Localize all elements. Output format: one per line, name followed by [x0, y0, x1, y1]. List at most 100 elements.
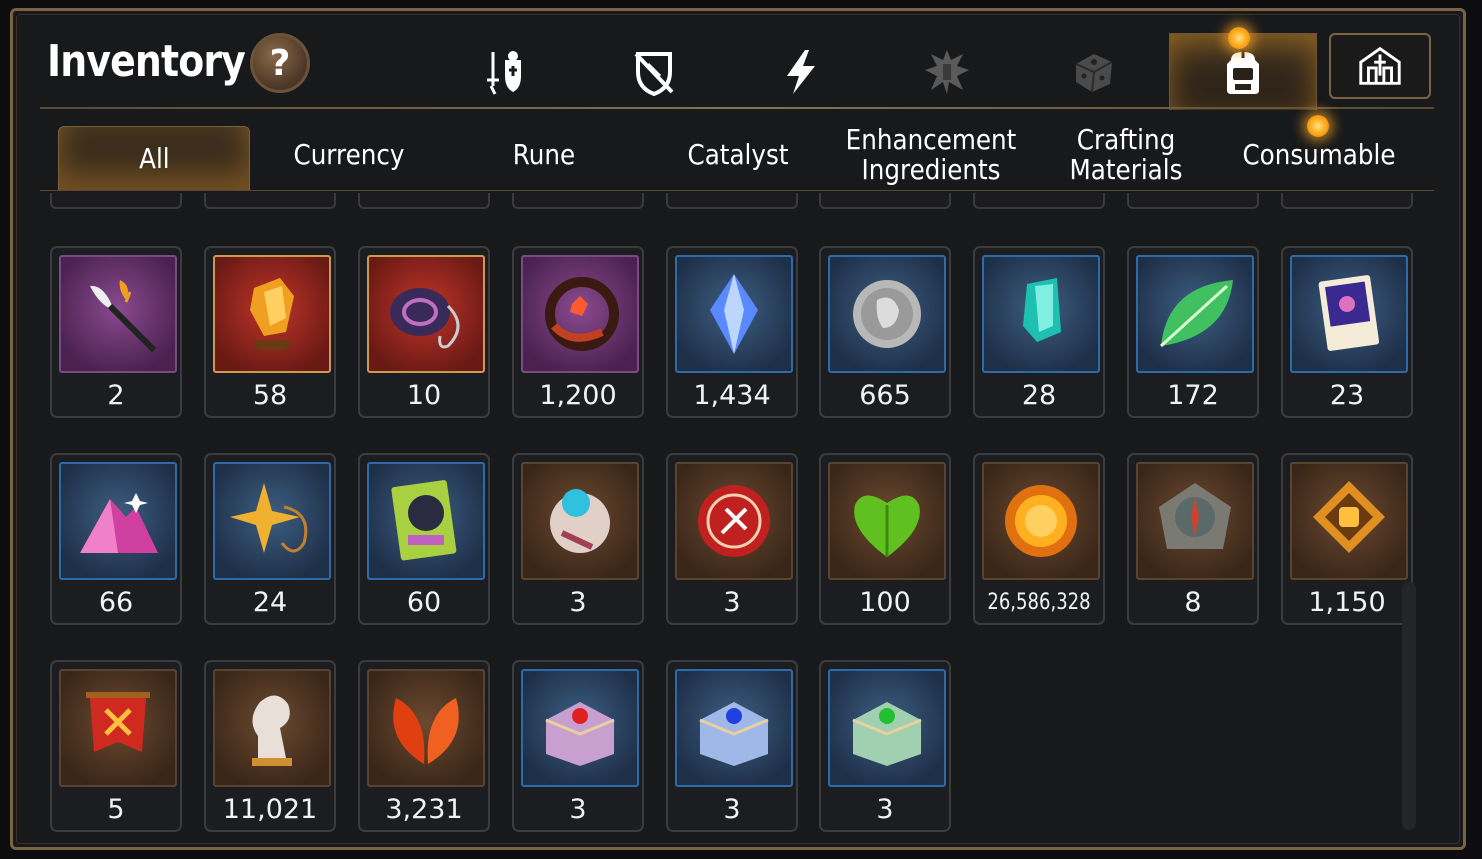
stone-compass-icon	[1159, 483, 1231, 549]
red-leaves-icon	[393, 698, 459, 764]
page-title: Inventory	[47, 36, 246, 87]
orb-device-icon	[550, 489, 610, 553]
item-count: 1,150	[1308, 587, 1386, 618]
inventory-item[interactable]: 172	[1127, 246, 1259, 418]
item-count: 1,200	[539, 380, 617, 411]
inventory-item[interactable]: 2	[50, 246, 182, 418]
item-count: 60	[406, 587, 442, 618]
partial-slot	[1127, 193, 1259, 209]
red-gem-chest-icon	[545, 702, 615, 766]
troops-tab[interactable]	[912, 38, 982, 106]
fist-emblem-icon	[1313, 481, 1385, 553]
inventory-item[interactable]: 24	[204, 453, 336, 625]
item-count: 10	[406, 380, 442, 411]
pink-crystal-pile-icon	[80, 493, 158, 553]
help-button[interactable]: ?	[250, 33, 310, 93]
inventory-item[interactable]: 3	[512, 660, 644, 832]
partial-slot	[819, 193, 951, 209]
tab-all[interactable]: All	[58, 126, 250, 191]
inventory-item[interactable]: 11,021	[204, 660, 336, 832]
gold-sun-coin-icon	[1005, 485, 1077, 557]
green-gem-chest-icon	[852, 702, 922, 766]
item-count: 2	[107, 380, 125, 411]
silver-coin-icon	[853, 280, 921, 348]
inventory-item[interactable]: 1,150	[1281, 453, 1413, 625]
header-divider	[40, 107, 1434, 109]
feather-wand-icon	[90, 280, 157, 353]
item-count: 1,434	[693, 380, 771, 411]
green-heart-icon	[854, 495, 920, 557]
inventory-item[interactable]: 26,586,328	[973, 453, 1105, 625]
costume-card-icon	[391, 480, 457, 561]
dice-icon	[1075, 54, 1113, 93]
item-count: 665	[859, 380, 911, 411]
paw-card-icon	[1318, 275, 1380, 351]
green-leaf-icon	[1159, 280, 1233, 348]
war-banner-icon	[86, 692, 150, 752]
inventory-item[interactable]: 3	[666, 660, 798, 832]
inventory-notification-dot	[1228, 27, 1250, 49]
inventory-item[interactable]: 28	[973, 246, 1105, 418]
inventory-item[interactable]: 3,231	[358, 660, 490, 832]
skill-tab[interactable]	[766, 38, 836, 106]
item-count: 172	[1167, 380, 1219, 411]
blue-gem-icon	[710, 274, 758, 354]
item-count: 5	[107, 794, 125, 825]
tab-crafting-materials[interactable]: Crafting Materials	[1042, 120, 1209, 190]
item-count: 28	[1021, 380, 1057, 411]
gear-weapon-armor-icon	[487, 51, 521, 95]
chess-knight-icon	[252, 695, 292, 766]
fire-crystal-icon	[250, 278, 294, 350]
partial-slot	[973, 193, 1105, 209]
partial-slot	[666, 193, 798, 209]
flame-ring-icon	[545, 277, 619, 351]
partial-slot	[50, 193, 182, 209]
inventory-item[interactable]: 100	[819, 453, 951, 625]
star-pendant-icon	[230, 483, 308, 553]
dice-tab[interactable]	[1059, 38, 1129, 106]
broken-shield-icon	[634, 52, 674, 97]
tab-enhancement-line2: Ingredients	[861, 153, 1001, 186]
item-count: 3	[569, 587, 587, 618]
item-count: 8	[1184, 587, 1202, 618]
partial-slot	[358, 193, 490, 209]
inventory-item[interactable]: 3	[512, 453, 644, 625]
inventory-scrollbar[interactable]	[1402, 582, 1416, 830]
equipment-tab[interactable]	[472, 38, 542, 106]
tab-enhancement-line1: Enhancement	[845, 123, 1017, 156]
item-count: 3	[723, 794, 741, 825]
guild-button[interactable]	[1329, 33, 1431, 99]
item-count: 23	[1329, 380, 1365, 411]
consumable-notification-dot	[1307, 115, 1329, 137]
inventory-item[interactable]: 3	[819, 660, 951, 832]
inventory-item[interactable]: 1,434	[666, 246, 798, 418]
inventory-item[interactable]: 5	[50, 660, 182, 832]
guild-castle-icon	[1359, 46, 1401, 85]
tab-enhancement-ingredients[interactable]: Enhancement Ingredients	[845, 120, 1017, 190]
inventory-item[interactable]: 23	[1281, 246, 1413, 418]
inventory-item[interactable]: 10	[358, 246, 490, 418]
item-count: 3	[569, 794, 587, 825]
blue-gem-chest-icon	[699, 702, 769, 766]
tab-catalyst[interactable]: Catalyst	[654, 120, 821, 190]
inventory-item[interactable]: 8	[1127, 453, 1259, 625]
item-count: 3	[723, 587, 741, 618]
item-count: 11,021	[222, 794, 318, 825]
inventory-item[interactable]: 665	[819, 246, 951, 418]
tab-rune[interactable]: Rune	[460, 120, 627, 190]
partial-slot	[204, 193, 336, 209]
ring-amulet-icon	[390, 288, 460, 349]
inventory-item[interactable]: 66	[50, 453, 182, 625]
inventory-item[interactable]: 60	[358, 453, 490, 625]
partial-slot	[1281, 193, 1413, 209]
backpack-icon	[1227, 50, 1259, 94]
tab-crafting-line1: Crafting	[1076, 123, 1176, 156]
tab-currency[interactable]: Currency	[265, 120, 432, 190]
inventory-item[interactable]: 1,200	[512, 246, 644, 418]
inventory-item[interactable]: 3	[666, 453, 798, 625]
inventory-item[interactable]: 58	[204, 246, 336, 418]
item-count: 100	[859, 587, 911, 618]
defense-tab[interactable]	[619, 38, 689, 106]
item-count: 3,231	[385, 794, 463, 825]
item-count: 24	[252, 587, 288, 618]
